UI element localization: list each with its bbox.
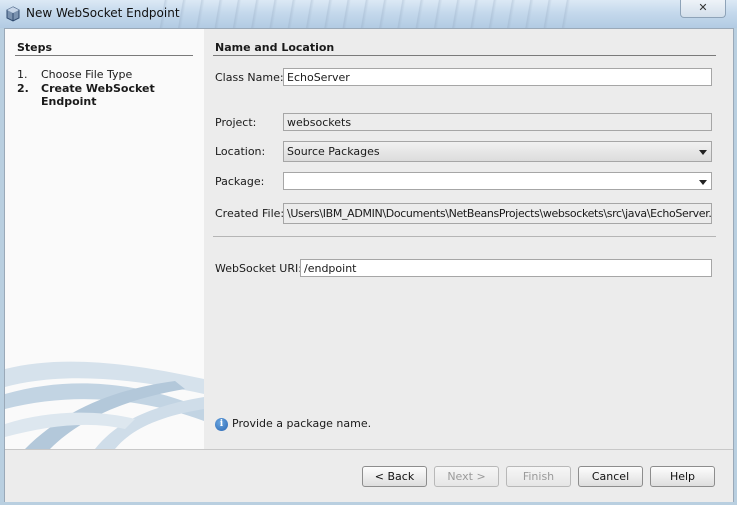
location-value: Source Packages: [287, 145, 380, 158]
project-label: Project:: [215, 116, 257, 129]
next-button[interactable]: Next >: [434, 466, 499, 487]
created-file-field: \Users\IBM_ADMIN\Documents\NetBeansProje…: [283, 203, 712, 224]
websocket-uri-label: WebSocket URI:: [215, 262, 302, 275]
title-bar-decoration: [150, 0, 580, 28]
project-field: websockets: [283, 113, 712, 131]
section-divider: [213, 55, 716, 56]
step-label: Choose File Type: [41, 68, 133, 81]
class-name-input[interactable]: EchoServer: [283, 68, 712, 86]
steps-heading: Steps: [17, 41, 53, 54]
class-name-label: Class Name:: [215, 71, 284, 84]
chevron-down-icon: [699, 180, 707, 185]
step-number: 1.: [17, 68, 28, 81]
help-button[interactable]: Help: [650, 466, 715, 487]
section-title: Name and Location: [215, 41, 335, 54]
finish-button[interactable]: Finish: [506, 466, 571, 487]
step-item-choose-file-type: 1. Choose File Type: [17, 68, 171, 81]
step-number: 2.: [17, 82, 29, 95]
netbeans-cube-icon: [6, 6, 20, 22]
step-label: Create WebSocket Endpoint: [41, 82, 155, 108]
cancel-button[interactable]: Cancel: [578, 466, 643, 487]
button-bar: < Back Next > Finish Cancel Help: [5, 449, 733, 502]
status-message-text: Provide a package name.: [232, 417, 372, 430]
steps-panel: Steps 1. Choose File Type 2. Create WebSoc…: [5, 29, 205, 449]
chevron-down-icon: [699, 150, 707, 155]
created-file-label: Created File:: [215, 207, 285, 220]
name-and-location-panel: Name and Location Class Name: EchoServer…: [204, 29, 733, 449]
close-button[interactable]: ✕: [680, 0, 726, 18]
websocket-uri-input[interactable]: /endpoint: [300, 259, 712, 277]
info-icon: i: [215, 417, 228, 431]
steps-divider: [15, 55, 193, 56]
back-button[interactable]: < Back: [362, 466, 427, 487]
title-bar: New WebSocket Endpoint ✕: [0, 0, 737, 28]
package-label: Package:: [215, 175, 265, 188]
wizard-dialog: Steps 1. Choose File Type 2. Create WebSoc…: [4, 28, 734, 502]
package-dropdown[interactable]: [283, 172, 712, 190]
location-label: Location:: [215, 145, 266, 158]
netbeans-swoosh-graphic: [5, 361, 204, 449]
status-message: i Provide a package name.: [215, 417, 371, 431]
window-title: New WebSocket Endpoint: [26, 6, 180, 20]
separator: [213, 236, 716, 237]
step-item-create-websocket-endpoint: 2. Create WebSocket Endpoint: [17, 82, 171, 108]
close-icon: ✕: [698, 1, 708, 14]
location-dropdown[interactable]: Source Packages: [283, 141, 712, 162]
